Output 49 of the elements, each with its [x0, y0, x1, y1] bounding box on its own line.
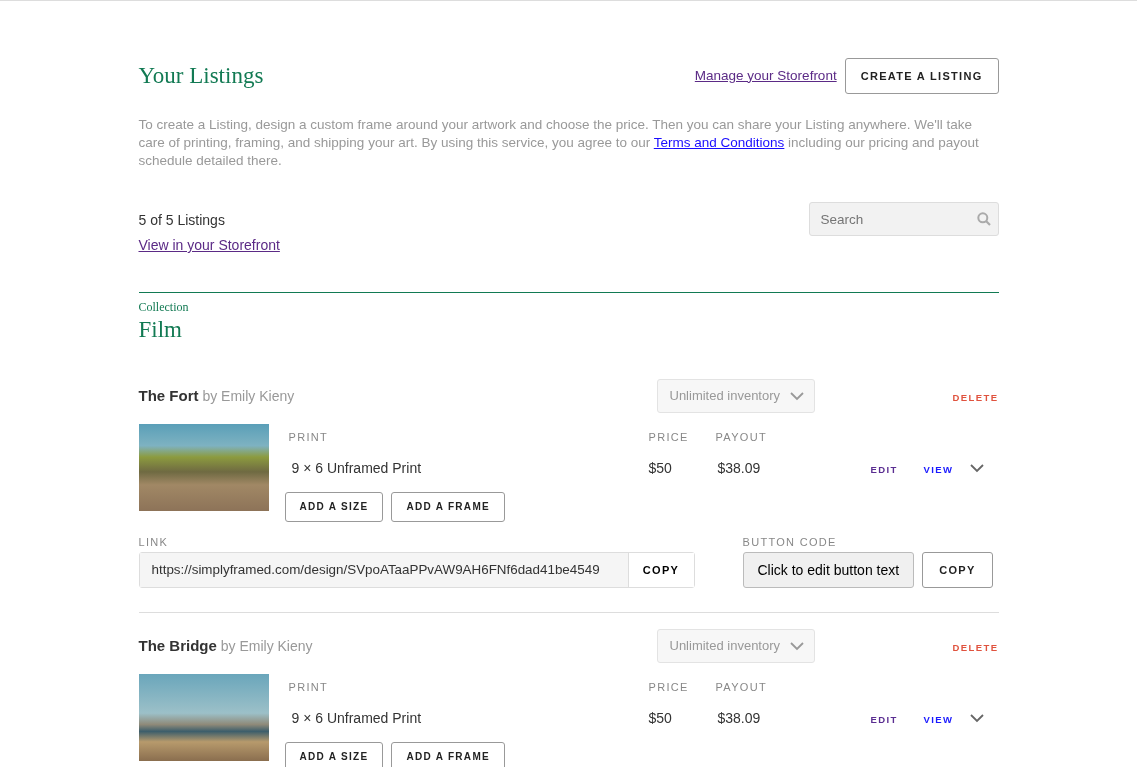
search-icon — [976, 212, 991, 226]
storefront-link[interactable]: View in your Storefront — [138, 235, 280, 256]
inventory-dropdown: Unlimited inventory — [656, 379, 815, 413]
column-header: PRICE — [648, 431, 689, 443]
listing-title: The Fort — [138, 386, 199, 404]
terms-link[interactable]: Terms and Conditions — [653, 135, 785, 150]
print-size: 9 × 6 — [291, 459, 324, 476]
column-header: PAYOUT — [715, 431, 767, 443]
chevron-down-icon[interactable] — [969, 463, 984, 473]
delete-button[interactable]: DELETE — [952, 390, 999, 405]
field-label: BUTTON CODE — [742, 534, 838, 550]
price-value: $50 — [648, 459, 672, 476]
add-option-button[interactable]: ADD A FRAME — [391, 491, 505, 522]
view-link[interactable]: VIEW — [923, 463, 954, 475]
column-header: PRINT — [288, 681, 328, 693]
column-header: PAYOUT — [715, 681, 767, 693]
page-title: Your Listings — [138, 62, 264, 90]
storefront-link[interactable]: Manage your Storefront — [694, 65, 837, 87]
intro-text: To create a Listing, design a custom frame around your artwork and choose the price. Then you can share your Listing anywhere. We'll take care of printing, framing, and shipping your art. By using this service, you agree to our Terms and Conditions including our pricing and payout schedule detailed there. — [138, 116, 980, 170]
payout-value: $38.09 — [717, 459, 761, 476]
listing-title: The Bridge — [138, 636, 217, 654]
create-listing-button[interactable]: CREATE A LISTING — [844, 58, 999, 94]
price-value: $50 — [648, 709, 672, 726]
print-type: Unframed Print — [326, 709, 422, 726]
artist-name: by Emily Kieny — [202, 387, 295, 404]
print-type: Unframed Print — [326, 459, 422, 476]
chevron-down-icon — [789, 641, 804, 651]
edit-link[interactable]: EDIT — [870, 463, 898, 475]
view-link[interactable]: VIEW — [923, 713, 954, 725]
add-option-button[interactable]: ADD A SIZE — [284, 491, 384, 522]
listing-count: 5 of 5 Listings — [138, 211, 226, 230]
payout-value: $38.09 — [717, 709, 761, 726]
add-option-button[interactable]: ADD A FRAME — [391, 741, 505, 767]
copy-button[interactable]: COPY — [922, 552, 993, 588]
search-field[interactable]: Search — [808, 202, 999, 236]
collection-name: Film — [138, 316, 183, 344]
artist-name: by Emily Kieny — [220, 637, 313, 654]
collection-label: Collection — [138, 299, 190, 316]
button-text-field[interactable]: Click to edit button text — [742, 552, 915, 588]
inventory-dropdown: Unlimited inventory — [656, 629, 815, 663]
delete-button[interactable]: DELETE — [952, 640, 999, 655]
add-option-button[interactable]: ADD A SIZE — [284, 741, 384, 767]
column-header: PRICE — [648, 681, 689, 693]
chevron-down-icon — [789, 391, 804, 401]
column-header: PRINT — [288, 431, 328, 443]
field-label: LINK — [138, 534, 170, 550]
chevron-down-icon[interactable] — [969, 713, 984, 723]
print-size: 9 × 6 — [291, 709, 324, 726]
edit-link[interactable]: EDIT — [870, 713, 898, 725]
